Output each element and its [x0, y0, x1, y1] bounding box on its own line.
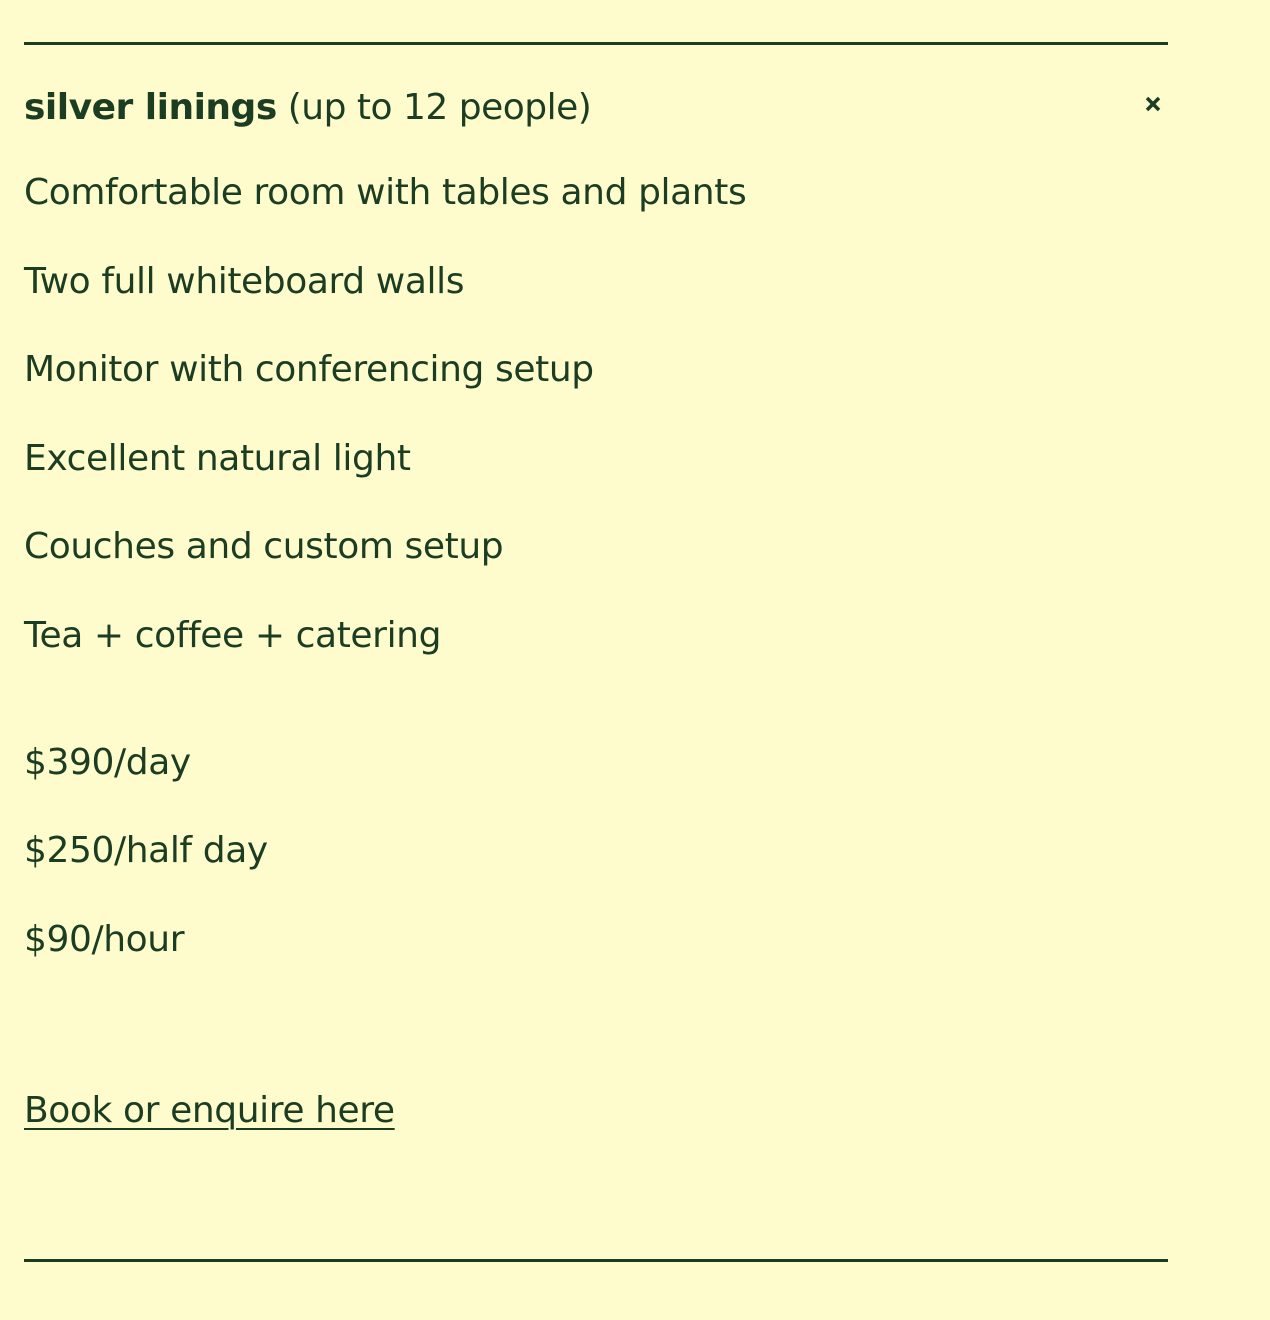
room-name: silver linings [24, 87, 277, 128]
price-hour: $90/hour [24, 918, 185, 960]
close-icon[interactable] [1138, 89, 1168, 119]
feature-item: Monitor with conferencing setup [24, 349, 594, 390]
room-capacity: (up to 12 people) [287, 87, 592, 128]
feature-item: Couches and custom setup [24, 526, 504, 567]
room-accordion: silver linings (up to 12 people) Comfort… [24, 42, 1168, 1133]
feature-item: Two full whiteboard walls [24, 260, 465, 302]
price-day: $390/day [24, 741, 191, 783]
feature-item: Comfortable room with tables and plants [24, 172, 747, 213]
price-half-day: $250/half day [24, 830, 268, 871]
prices-list: $390/day $250/half day $90/hour [24, 741, 1168, 962]
features-list: Comfortable room with tables and plants … [24, 171, 1168, 658]
feature-item: Tea + coffee + catering [24, 614, 442, 656]
room-title: silver linings (up to 12 people) [24, 86, 592, 130]
bottom-divider [24, 1259, 1168, 1262]
accordion-header[interactable]: silver linings (up to 12 people) [24, 45, 1168, 171]
feature-item: Excellent natural light [24, 437, 411, 479]
book-enquire-link[interactable]: Book or enquire here [24, 1089, 395, 1133]
